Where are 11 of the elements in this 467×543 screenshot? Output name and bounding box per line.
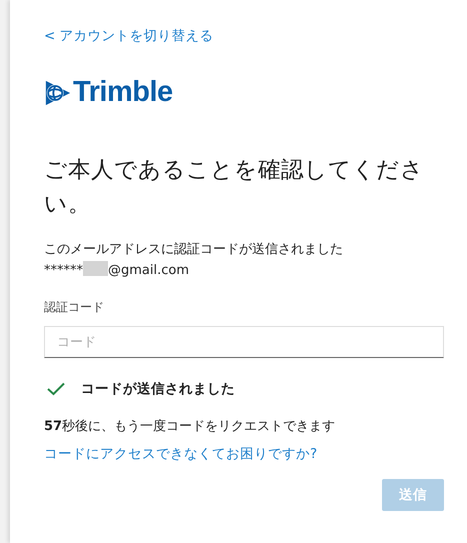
logo-wordmark: Trimble bbox=[73, 76, 173, 109]
resend-note: 57秒後に、もう一度コードをリクエストできます bbox=[44, 418, 336, 436]
page-heading: ご本人であることを確認してください。 bbox=[44, 156, 425, 219]
field-label: 認証コード bbox=[44, 299, 104, 316]
status-message: コードが送信されました bbox=[81, 380, 235, 398]
globe-logo-icon bbox=[44, 78, 72, 106]
code-input-field[interactable]: コード bbox=[44, 326, 444, 358]
help-link[interactable]: コードにアクセスできなくてお困りですか? bbox=[44, 445, 318, 463]
email-address: ****** @gmail.com bbox=[44, 260, 190, 280]
back-link[interactable]: < アカウントを切り替える bbox=[44, 27, 214, 45]
sent-message: このメールアドレスに認証コードが送信されました bbox=[44, 241, 343, 259]
